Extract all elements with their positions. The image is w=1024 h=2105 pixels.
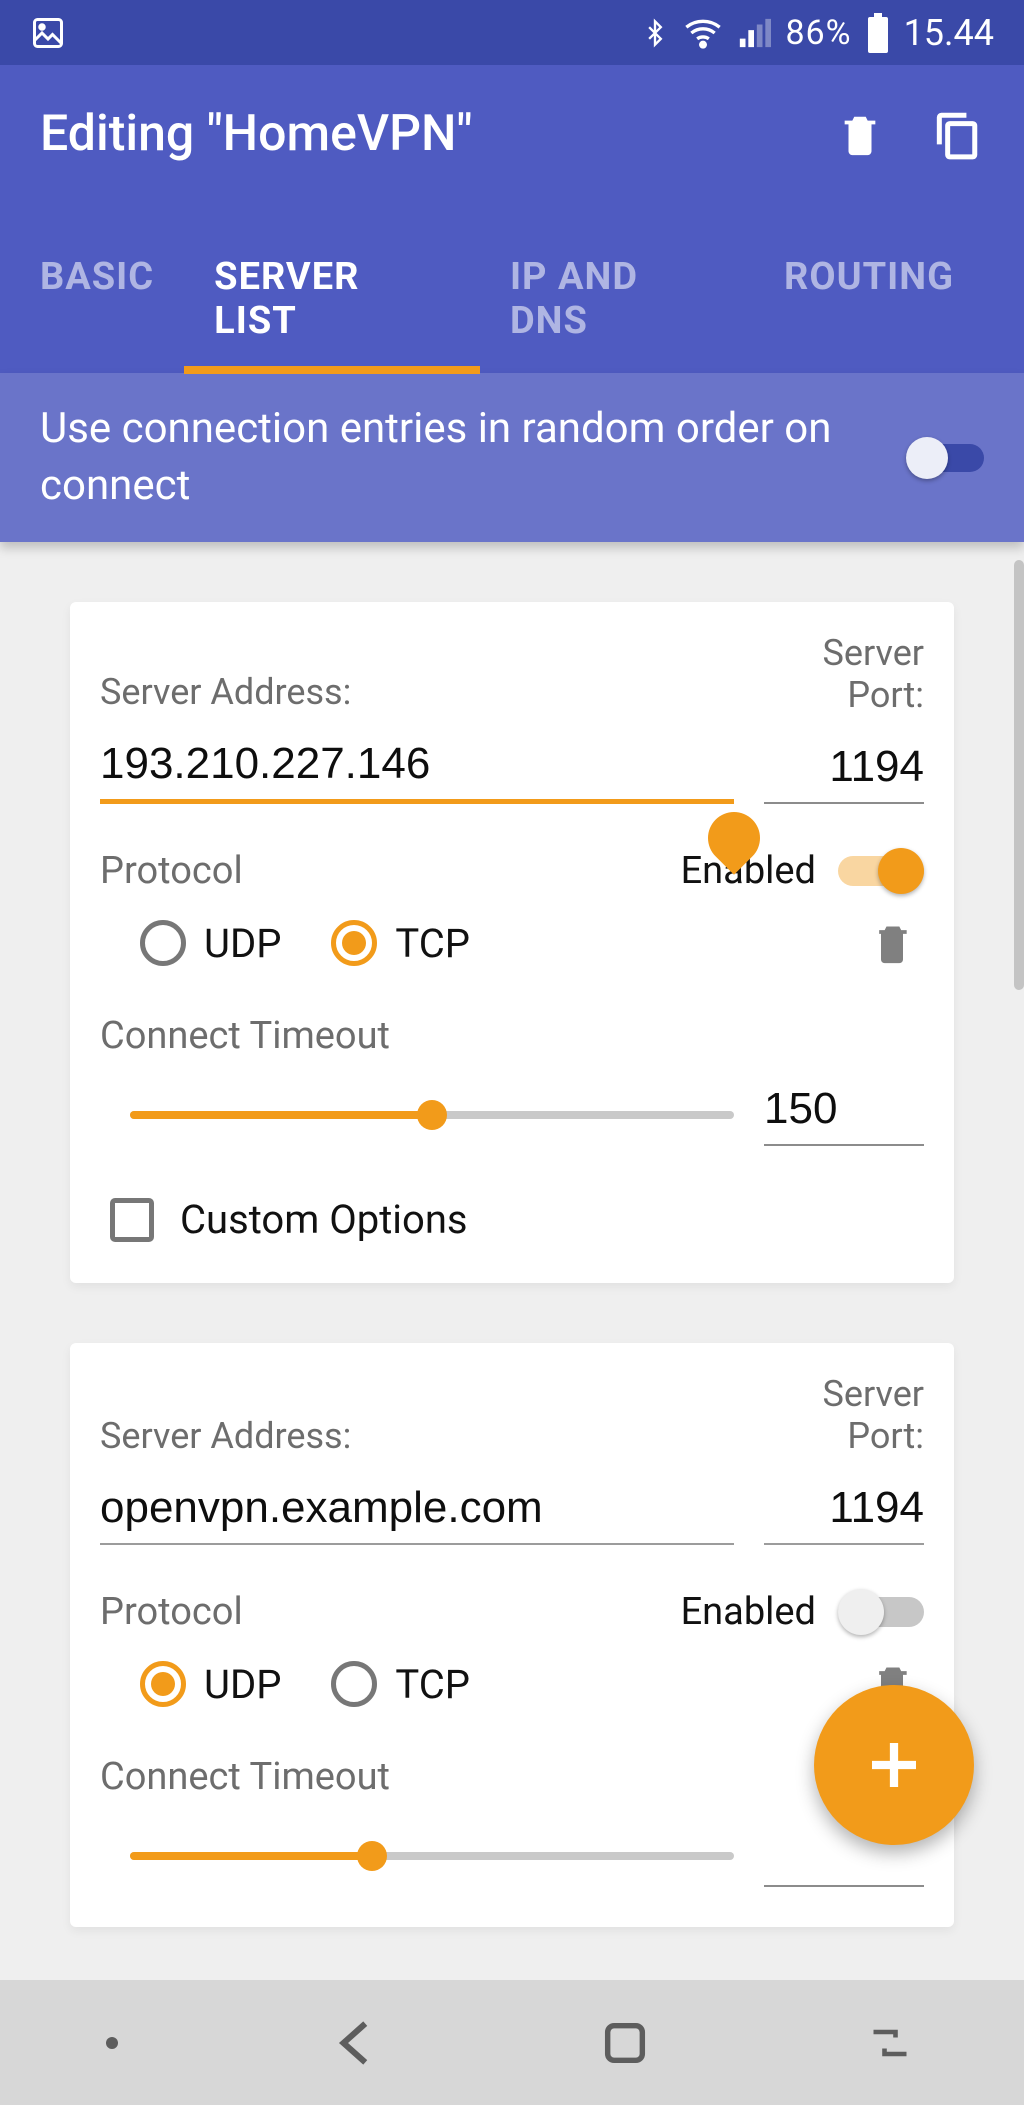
protocol-label: Protocol	[100, 1590, 243, 1634]
protocol-tcp-radio[interactable]: TCP	[331, 920, 470, 967]
tab-server-list[interactable]: SERVER LIST	[184, 233, 480, 373]
radio-unchecked-icon	[331, 1661, 377, 1707]
android-nav-bar	[0, 1980, 1024, 2105]
checkbox-unchecked-icon	[110, 1198, 154, 1242]
server-card: Server Address: Server Port: Protocol En…	[70, 1343, 954, 1927]
server-port-label: Server Port:	[764, 632, 924, 716]
server-port-input[interactable]	[764, 1483, 924, 1545]
nav-assistant-icon[interactable]	[106, 2037, 118, 2049]
server-card: Server Address: Server Port: Protocol En…	[70, 602, 954, 1283]
radio-unchecked-icon	[140, 920, 186, 966]
delete-profile-button[interactable]	[832, 106, 888, 162]
battery-percent: 86%	[785, 13, 851, 53]
back-icon	[329, 2014, 387, 2072]
android-status-bar: 86% 15.44	[0, 0, 1024, 65]
plus-icon	[861, 1732, 927, 1798]
random-order-label: Use connection entries in random order o…	[40, 401, 906, 514]
tab-basic[interactable]: BASIC	[40, 233, 184, 373]
nav-back-button[interactable]	[329, 2014, 387, 2072]
connect-timeout-slider[interactable]	[130, 1111, 734, 1119]
server-enabled-toggle[interactable]	[838, 848, 924, 894]
signal-icon	[737, 16, 771, 50]
server-enabled-toggle[interactable]	[838, 1589, 924, 1635]
protocol-udp-radio[interactable]: UDP	[140, 920, 281, 967]
connect-timeout-input[interactable]	[764, 1084, 924, 1146]
server-address-input[interactable]	[100, 739, 734, 804]
protocol-udp-radio[interactable]: UDP	[140, 1661, 281, 1708]
picture-icon	[30, 15, 66, 51]
protocol-udp-label: UDP	[204, 920, 281, 967]
page-title: Editing "HomeVPN"	[40, 105, 792, 163]
connect-timeout-label: Connect Timeout	[100, 1755, 924, 1799]
server-address-label: Server Address:	[100, 1415, 734, 1457]
add-server-fab[interactable]	[814, 1685, 974, 1845]
app-bar: Editing "HomeVPN" BASIC SERVER LIST IP A…	[0, 65, 1024, 373]
duplicate-profile-button[interactable]	[928, 106, 984, 162]
trash-icon	[870, 918, 914, 968]
protocol-tcp-label: TCP	[395, 1661, 470, 1708]
recents-icon	[862, 2021, 918, 2065]
home-icon	[599, 2017, 651, 2069]
server-address-label: Server Address:	[100, 671, 734, 713]
protocol-udp-label: UDP	[204, 1661, 281, 1708]
protocol-label: Protocol	[100, 849, 243, 893]
tab-bar: BASIC SERVER LIST IP AND DNS ROUTING	[40, 233, 984, 373]
nav-home-button[interactable]	[599, 2017, 651, 2069]
bluetooth-icon	[641, 13, 669, 53]
battery-icon	[866, 13, 890, 53]
server-port-label: Server Port:	[764, 1373, 924, 1457]
copy-icon	[931, 107, 981, 161]
random-order-toggle[interactable]	[906, 437, 984, 479]
enabled-label: Enabled	[681, 1590, 816, 1634]
custom-options-checkbox[interactable]: Custom Options	[110, 1196, 924, 1243]
delete-server-button[interactable]	[870, 918, 914, 968]
connect-timeout-slider[interactable]	[130, 1852, 734, 1860]
protocol-tcp-label: TCP	[395, 920, 470, 967]
server-address-input[interactable]	[100, 1483, 734, 1545]
server-port-input[interactable]	[764, 742, 924, 804]
radio-checked-icon	[140, 1661, 186, 1707]
nav-recents-button[interactable]	[862, 2021, 918, 2065]
connect-timeout-label: Connect Timeout	[100, 1014, 924, 1058]
protocol-tcp-radio[interactable]: TCP	[331, 1661, 470, 1708]
custom-options-label: Custom Options	[180, 1196, 468, 1243]
scrollbar[interactable]	[1014, 560, 1024, 990]
tab-ip-and-dns[interactable]: IP AND DNS	[480, 233, 754, 373]
wifi-icon	[683, 13, 723, 53]
random-order-row[interactable]: Use connection entries in random order o…	[0, 373, 1024, 542]
clock: 15.44	[904, 12, 994, 54]
trash-icon	[837, 108, 883, 160]
radio-checked-icon	[331, 920, 377, 966]
tab-routing[interactable]: ROUTING	[754, 233, 984, 373]
